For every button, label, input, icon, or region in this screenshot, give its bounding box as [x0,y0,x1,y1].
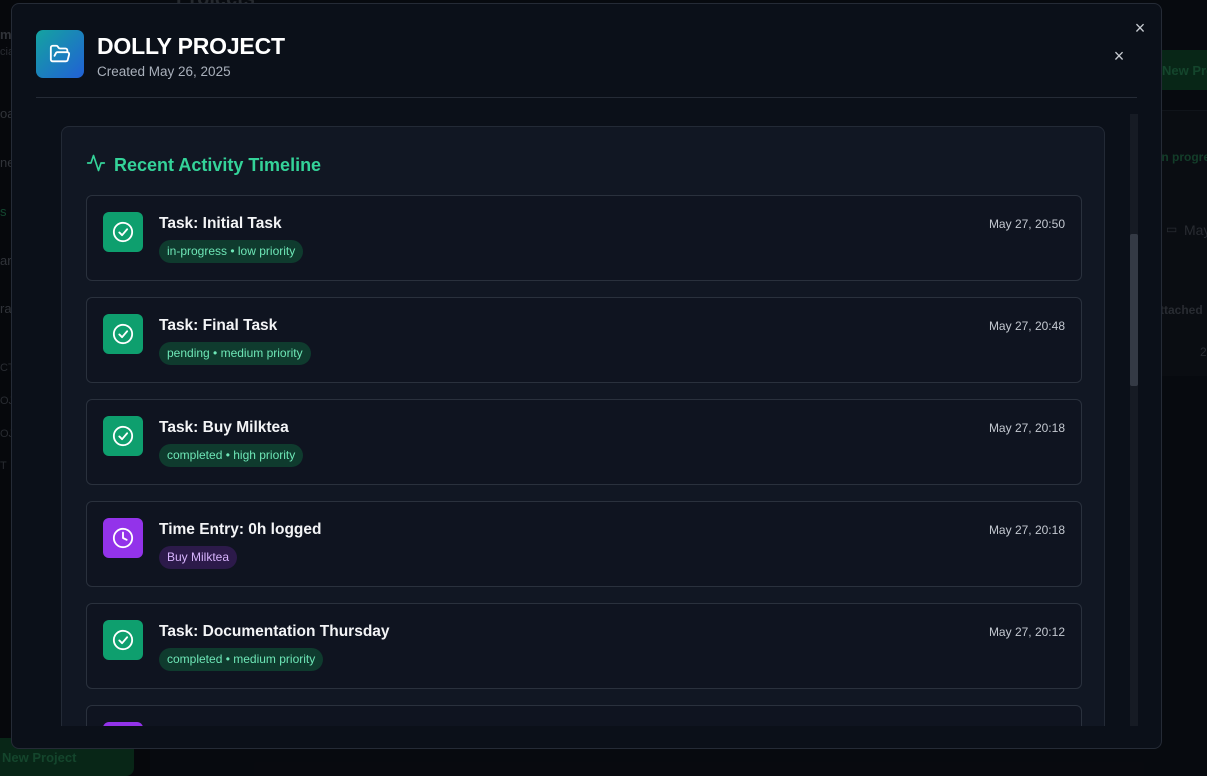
timeline-item-timestamp: May 27, 20:50 [988,217,1065,231]
timeline-header: Recent Activity Timeline [86,153,321,178]
timeline-item-title: Task: Documentation Thursday [159,623,390,640]
close-button[interactable]: × [1109,46,1129,66]
timeline-title: Recent Activity Timeline [114,155,322,175]
timeline-item[interactable]: Time Entry: 0h logged May 27, 20:18 Buy Mi… [86,501,1082,587]
timeline-item-timestamp: May 27, 20:12 [988,625,1065,639]
project-details-modal: × DOLLY PROJECT Created May 26, 2025 × R… [11,3,1162,749]
activity-timeline-card: Recent Activity Timeline Task: Initial T… [61,126,1105,726]
timeline-item-title: Task: Final Task [159,317,278,334]
close-icon: × [1113,45,1125,66]
timeline-item-title: Time Entry: 0h logged [159,521,322,538]
modal-header: DOLLY PROJECT Created May 26, 2025 × [36,30,1137,98]
activity-pulse-icon [86,153,106,178]
timeline-item-timestamp: May 27, 20:48 [988,319,1065,333]
project-created-date: Created May 26, 2025 [97,64,231,79]
timeline-item-timestamp: May 27, 20:18 [988,421,1065,435]
timeline-item[interactable]: Task: Final Task May 27, 20:48 pending • m… [86,297,1082,383]
clock-icon [103,518,143,558]
check-circle-icon [103,620,143,660]
timeline-item-timestamp: May 27, 20:18 [988,523,1065,537]
timeline-item-badge: pending • medium priority [159,342,311,365]
timeline-item-badge: Buy Milktea [159,546,238,569]
clock-icon [103,722,143,726]
timeline-item-title: Task: Initial Task [159,215,282,232]
modal-body: Recent Activity Timeline Task: Initial T… [36,114,1138,726]
timeline-item[interactable] [86,705,1082,726]
timeline-item-title: Task: Buy Milktea [159,419,289,436]
check-circle-icon [103,416,143,456]
timeline-item[interactable]: Task: Initial Task May 27, 20:50 in-progre… [86,195,1082,281]
folder-open-icon [36,30,84,78]
timeline-item[interactable]: Task: Buy Milktea May 27, 20:18 completed … [86,399,1082,485]
timeline-item-badge: completed • high priority [159,444,304,467]
timeline-item-badge: in-progress • low priority [159,240,304,263]
project-title: DOLLY PROJECT [97,33,285,59]
check-circle-icon [103,212,143,252]
check-circle-icon [103,314,143,354]
timeline-item-badge: completed • medium priority [159,648,324,671]
timeline-item[interactable]: Task: Documentation Thursday May 27, 20:1… [86,603,1082,689]
